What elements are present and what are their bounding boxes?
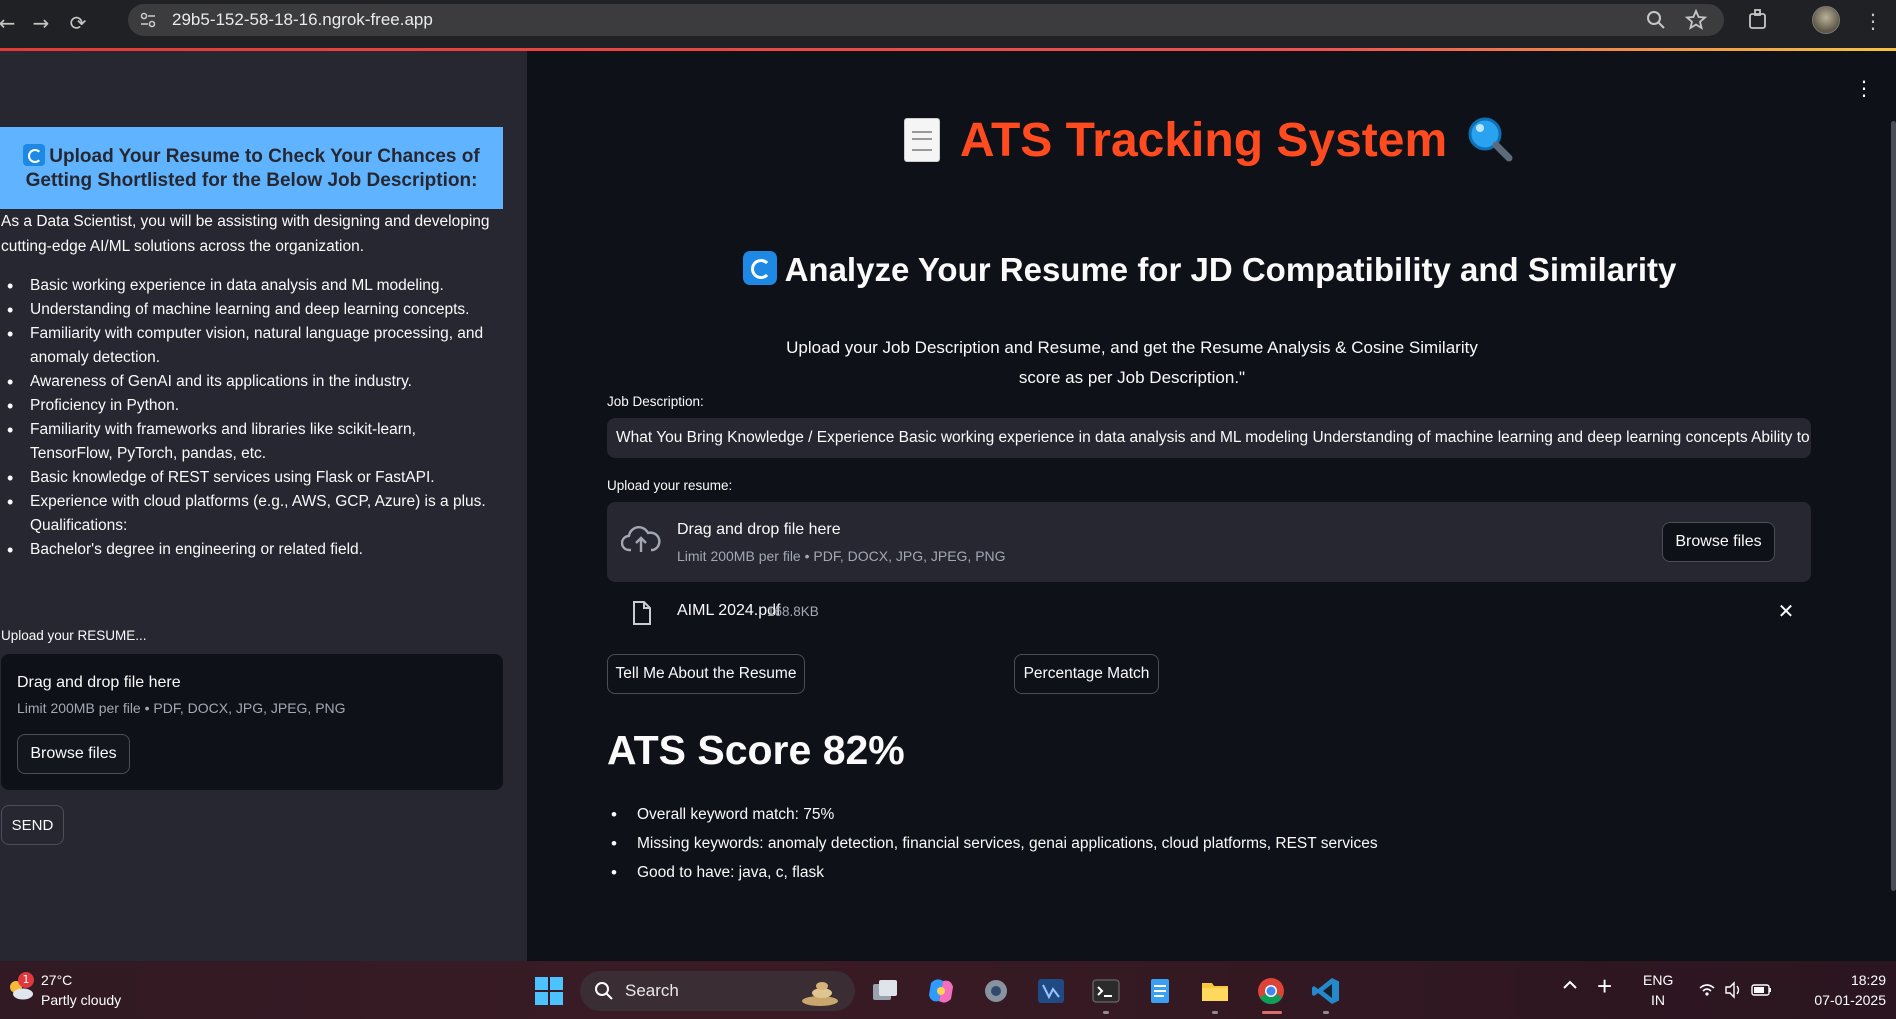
wifi-volume-battery-icons[interactable] [1696,979,1776,1001]
task-view-icon[interactable] [869,975,901,1007]
requirement-item: Familiarity with frameworks and librarie… [1,418,501,466]
forward-icon[interactable]: → [26,8,56,38]
resume-upload-label: Upload your resume: [607,478,733,493]
temperature: 27°C [41,972,73,988]
sidebar: Upload Your Resume to Check Your Chances… [0,51,527,961]
vscode-icon[interactable] [1310,975,1342,1007]
running-indicator [1323,1011,1329,1014]
region-indicator[interactable]: IN [1651,992,1665,1008]
score-details-list: Overall keyword match: 75% Missing keywo… [607,800,1707,887]
score-detail-item: Overall keyword match: 75% [607,800,1707,829]
copilot-icon[interactable] [925,975,957,1007]
clock-time[interactable]: 18:29 [1834,972,1886,988]
zoom-icon[interactable] [1644,8,1668,32]
vmware-app-icon[interactable] [1035,975,1067,1007]
profile-avatar[interactable] [1812,6,1840,34]
requirement-item: Understanding of machine learning and de… [1,298,501,322]
weather-widget[interactable]: 1 27°C Partly cloudy [4,970,164,1012]
requirement-item: Awareness of GenAI and its applications … [1,370,501,394]
page-title-text: ATS Tracking System [959,114,1448,167]
running-indicator [1103,1011,1109,1014]
dropzone-limit: Limit 200MB per file • PDF, DOCX, JPG, J… [677,548,1006,564]
sidebar-browse-files-button[interactable]: Browse files [17,734,130,774]
remove-file-close-icon[interactable]: ✕ [1776,600,1796,622]
search-label: Search [625,981,679,1000]
requirement-item: Experience with cloud platforms (e.g., A… [1,490,501,538]
clock-date[interactable]: 07-01-2025 [1796,992,1886,1008]
sidebar-banner: Upload Your Resume to Check Your Chances… [0,127,503,209]
redirect-icon [23,144,46,166]
search-icon [595,982,613,1000]
dropzone-title: Drag and drop file here [17,674,181,691]
windows-taskbar: 1 27°C Partly cloudy Search + ENG IN 18:… [0,961,1896,1019]
document-icon [903,118,940,162]
tell-me-about-resume-button[interactable]: Tell Me About the Resume [607,654,805,694]
notepad-icon[interactable] [1144,975,1176,1007]
requirement-item: Proficiency in Python. [1,394,501,418]
requirement-item: Basic knowledge of REST services using F… [1,466,501,490]
section-heading-text: Analyze Your Resume for JD Compatibility… [784,251,1677,288]
score-detail-item: Good to have: java, c, flask [607,858,1707,887]
dropzone-limit: Limit 200MB per file • PDF, DOCX, JPG, J… [17,700,346,716]
section-heading: Analyze Your Resume for JD Compatibility… [527,251,1892,289]
sidebar-file-dropzone[interactable]: Drag and drop file here Limit 200MB per … [1,654,503,790]
running-indicator [1212,1011,1218,1014]
bookmark-star-icon[interactable] [1684,8,1708,32]
active-indicator [1262,1011,1282,1014]
language-indicator[interactable]: ENG [1643,972,1673,988]
settings-gear-icon[interactable] [980,975,1012,1007]
cloud-upload-icon [621,526,661,552]
chevron-up-icon[interactable] [1560,975,1580,995]
system-tray: + ENG IN 18:29 07-01-2025 [1560,961,1896,1019]
browser-toolbar: ← → ⟳ 29b5-152-58-18-16.ngrok-free.app ⋮ [0,0,1896,48]
reload-icon[interactable]: ⟳ [63,8,93,38]
url-text[interactable]: 29b5-152-58-18-16.ngrok-free.app [172,10,433,30]
app-menu-icon[interactable]: ⋮ [1854,77,1874,99]
browse-files-button[interactable]: Browse files [1662,522,1775,562]
score-detail-item: Missing keywords: anomaly detection, fin… [607,829,1707,858]
address-bar[interactable]: 29b5-152-58-18-16.ngrok-free.app [128,4,1724,36]
resume-file-dropzone[interactable]: Drag and drop file here Limit 200MB per … [607,502,1811,582]
file-icon [633,601,651,625]
uploaded-file-row: AIML 2024.pdf 168.8KB ✕ [607,590,1811,640]
scrollbar[interactable] [1891,121,1896,891]
uploaded-file-name: AIML 2024.pdf [677,602,781,619]
job-description-input[interactable]: What You Bring Knowledge / Experience Ba… [607,418,1811,458]
magnifier-icon [1468,117,1513,162]
search-highlight-icon [802,982,838,1006]
site-info-icon[interactable] [138,10,158,30]
ats-score-heading: ATS Score 82% [607,727,905,773]
intro-text: Upload your Job Description and Resume, … [786,338,1478,387]
job-description-label: Job Description: [607,394,704,409]
terminal-icon[interactable] [1090,975,1122,1007]
chrome-icon[interactable] [1255,975,1287,1007]
weather-condition: Partly cloudy [41,992,122,1008]
taskbar-search-box[interactable]: Search [580,971,855,1011]
percentage-match-button[interactable]: Percentage Match [1014,654,1159,694]
sidebar-banner-text: Upload Your Resume to Check Your Chances… [25,146,480,191]
add-icon[interactable]: + [1597,973,1612,999]
back-icon[interactable]: ← [0,8,22,38]
requirement-item: Familiarity with computer vision, natura… [1,322,501,370]
file-explorer-icon[interactable] [1199,975,1231,1007]
uploaded-file-size: 168.8KB [767,604,819,619]
sidebar-upload-label: Upload your RESUME... [1,628,147,643]
notification-badge: 1 [18,972,34,988]
requirement-item: Bachelor's degree in engineering or rela… [1,538,501,562]
job-intro-text: As a Data Scientist, you will be assisti… [1,213,490,255]
redirect-icon [742,251,777,285]
windows-start-icon[interactable] [533,975,565,1007]
page-title: ATS Tracking System [527,113,1892,168]
job-requirements-list: Basic working experience in data analysi… [1,274,501,562]
browser-menu-icon[interactable]: ⋮ [1858,6,1888,36]
main-content: ⋮ ATS Tracking System Analyze Your Resum… [527,51,1896,961]
send-button[interactable]: SEND [1,805,64,845]
extensions-icon[interactable] [1746,8,1770,32]
dropzone-title: Drag and drop file here [677,521,841,538]
requirement-item: Basic working experience in data analysi… [1,274,501,298]
